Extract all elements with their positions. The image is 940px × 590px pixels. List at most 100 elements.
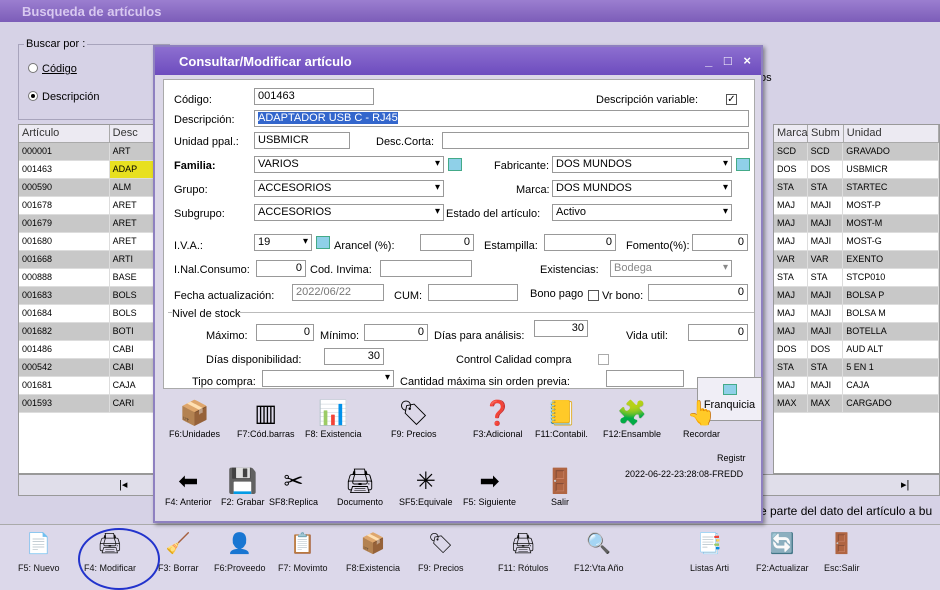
- table-row[interactable]: STA STA STCP010: [774, 269, 939, 287]
- familia-select[interactable]: VARIOS: [254, 156, 444, 173]
- table-row[interactable]: 000888 BASE: [19, 269, 157, 287]
- maximo-field[interactable]: 0: [256, 324, 314, 341]
- toolbar-button[interactable]: 👤 F6:Proveedo: [214, 529, 266, 574]
- toolbar-button[interactable]: 📄 F5: Nuevo: [18, 529, 60, 574]
- table-row[interactable]: 001463 ADAP: [19, 161, 157, 179]
- dialog-nav-button[interactable]: ✂ SF8:Replica: [269, 465, 318, 508]
- table-row[interactable]: 001486 CABI: [19, 341, 157, 359]
- table-row[interactable]: MAJ MAJI MOST-M: [774, 215, 939, 233]
- table-row[interactable]: MAJ MAJI BOTELLA: [774, 323, 939, 341]
- dialog-function-button[interactable]: 📒 F11:Contabil.: [535, 397, 588, 440]
- dialog-function-button[interactable]: ▥ F7:Cód.barras: [237, 397, 295, 440]
- dialog-nav-button[interactable]: 🖨 Documento: [337, 465, 383, 508]
- dialog-function-button[interactable]: 👆 Recordar: [683, 397, 720, 440]
- existencias-select[interactable]: Bodega: [610, 260, 732, 277]
- unidad-field[interactable]: USBMICR: [254, 132, 350, 149]
- dialog-function-button[interactable]: 🏷 F9: Precios: [391, 397, 437, 440]
- table-row[interactable]: 001683 BOLS: [19, 287, 157, 305]
- table-row[interactable]: 001680 ARET: [19, 233, 157, 251]
- col-marca[interactable]: Marca: [774, 125, 808, 142]
- cum-field[interactable]: [428, 284, 518, 301]
- table-row[interactable]: 001682 BOTI: [19, 323, 157, 341]
- table-row[interactable]: MAJ MAJI CAJA: [774, 377, 939, 395]
- dialog-function-button[interactable]: 📦 F6:Unidades: [169, 397, 220, 440]
- radio-codigo[interactable]: Código: [28, 62, 77, 75]
- codigo-field[interactable]: 001463: [254, 88, 374, 105]
- left-grid[interactable]: Artículo Desc 000001 ART 001463 ADAP 000590 AL…: [18, 124, 158, 474]
- scroll-right-icon[interactable]: ▸|: [901, 478, 909, 491]
- fabricante-select[interactable]: DOS MUNDOS: [552, 156, 732, 173]
- tipocompra-select[interactable]: [262, 370, 394, 387]
- table-row[interactable]: STA STA 5 EN 1: [774, 359, 939, 377]
- subgrupo-select[interactable]: ACCESORIOS: [254, 204, 444, 221]
- toolbar-button[interactable]: 📑 Listas Arti: [690, 529, 729, 574]
- col-articulo[interactable]: Artículo: [19, 125, 110, 142]
- col-desc[interactable]: Desc: [110, 125, 157, 142]
- estampilla-field[interactable]: 0: [544, 234, 616, 251]
- table-row[interactable]: MAJ MAJI MOST-G: [774, 233, 939, 251]
- minimo-field[interactable]: 0: [364, 324, 428, 341]
- table-row[interactable]: 001684 BOLS: [19, 305, 157, 323]
- table-row[interactable]: 001668 ARTI: [19, 251, 157, 269]
- table-row[interactable]: 000001 ART: [19, 143, 157, 161]
- table-row[interactable]: 001678 ARET: [19, 197, 157, 215]
- table-row[interactable]: DOS DOS AUD ALT: [774, 341, 939, 359]
- scroll-left-icon[interactable]: |◂: [119, 478, 127, 491]
- col-unidad[interactable]: Unidad: [844, 125, 939, 142]
- table-row[interactable]: MAJ MAJI BOLSA M: [774, 305, 939, 323]
- table-row[interactable]: STA STA STARTEC: [774, 179, 939, 197]
- dialog-nav-button[interactable]: ✳ SF5:Equivale: [399, 465, 453, 508]
- toolbar-button[interactable]: 📦 F8:Existencia: [346, 529, 400, 574]
- table-row[interactable]: 001681 CAJA: [19, 377, 157, 395]
- vidautil-field[interactable]: 0: [688, 324, 748, 341]
- cantmax-field[interactable]: [606, 370, 684, 387]
- col-subm[interactable]: Subm: [808, 125, 844, 142]
- dias-analisis-field[interactable]: 30: [534, 320, 588, 337]
- right-grid[interactable]: Marca Subm Unidad SCD SCD GRAVADO DOS DOS USBMI…: [773, 124, 940, 474]
- table-row[interactable]: DOS DOS USBMICR: [774, 161, 939, 179]
- table-row[interactable]: MAJ MAJI MOST-P: [774, 197, 939, 215]
- bonopago-checkbox[interactable]: [588, 290, 599, 301]
- table-row[interactable]: MAX MAX CARGADO: [774, 395, 939, 413]
- toolbar-button[interactable]: 🖨 F11: Rótulos: [498, 529, 548, 574]
- table-row[interactable]: 001679 ARET: [19, 215, 157, 233]
- table-row[interactable]: 001593 CARI: [19, 395, 157, 413]
- marca-select[interactable]: DOS MUNDOS: [552, 180, 732, 197]
- table-row[interactable]: MAJ MAJI BOLSA P: [774, 287, 939, 305]
- iva-table-icon[interactable]: [316, 236, 330, 249]
- toolbar-button[interactable]: 🧹 F3: Borrar: [158, 529, 199, 574]
- grupo-select[interactable]: ACCESORIOS: [254, 180, 444, 197]
- dialog-nav-button[interactable]: 🚪 Salir: [545, 465, 575, 508]
- familia-table-icon[interactable]: [448, 158, 462, 171]
- dialog-nav-button[interactable]: 💾 F2: Grabar: [221, 465, 265, 508]
- toolbar-button[interactable]: 🚪 Esc:Salir: [824, 529, 860, 574]
- fabricante-table-icon[interactable]: [736, 158, 750, 171]
- dias-disp-field[interactable]: 30: [324, 348, 384, 365]
- dialog-function-button[interactable]: 🧩 F12:Ensamble: [603, 397, 661, 440]
- dialog-nav-button[interactable]: ➡ F5: Siguiente: [463, 465, 516, 508]
- dialog-function-button[interactable]: 📊 F8: Existencia: [305, 397, 362, 440]
- descripcion-field[interactable]: ADAPTADOR USB C - RJ45: [254, 110, 749, 127]
- table-row[interactable]: 000590 ALM: [19, 179, 157, 197]
- iva-select[interactable]: 19: [254, 234, 312, 251]
- estado-select[interactable]: Activo: [552, 204, 732, 221]
- table-row[interactable]: 000542 CABI: [19, 359, 157, 377]
- fomento-field[interactable]: 0: [692, 234, 748, 251]
- table-row[interactable]: SCD SCD GRAVADO: [774, 143, 939, 161]
- toolbar-button[interactable]: 📋 F7: Movimto: [278, 529, 328, 574]
- window-controls[interactable]: _ □ ×: [705, 53, 755, 68]
- vrbono-field[interactable]: 0: [648, 284, 748, 301]
- toolbar-button[interactable]: 🔄 F2:Actualizar: [756, 529, 809, 574]
- dialog-function-button[interactable]: ❓ F3:Adicional: [473, 397, 523, 440]
- toolbar-button[interactable]: 🏷 F9: Precios: [418, 529, 464, 574]
- calidad-checkbox[interactable]: [598, 354, 609, 365]
- radio-descripcion[interactable]: Descripción: [28, 90, 99, 103]
- desccorta-field[interactable]: [442, 132, 749, 149]
- table-row[interactable]: VAR VAR EXENTO: [774, 251, 939, 269]
- toolbar-button[interactable]: 🔍 F12:Vta Año: [574, 529, 624, 574]
- invima-field[interactable]: [380, 260, 472, 277]
- arancel-field[interactable]: 0: [420, 234, 474, 251]
- inal-field[interactable]: 0: [256, 260, 306, 277]
- dialog-nav-button[interactable]: ⬅ F4: Anterior: [165, 465, 212, 508]
- descvar-checkbox[interactable]: ✓: [726, 94, 737, 105]
